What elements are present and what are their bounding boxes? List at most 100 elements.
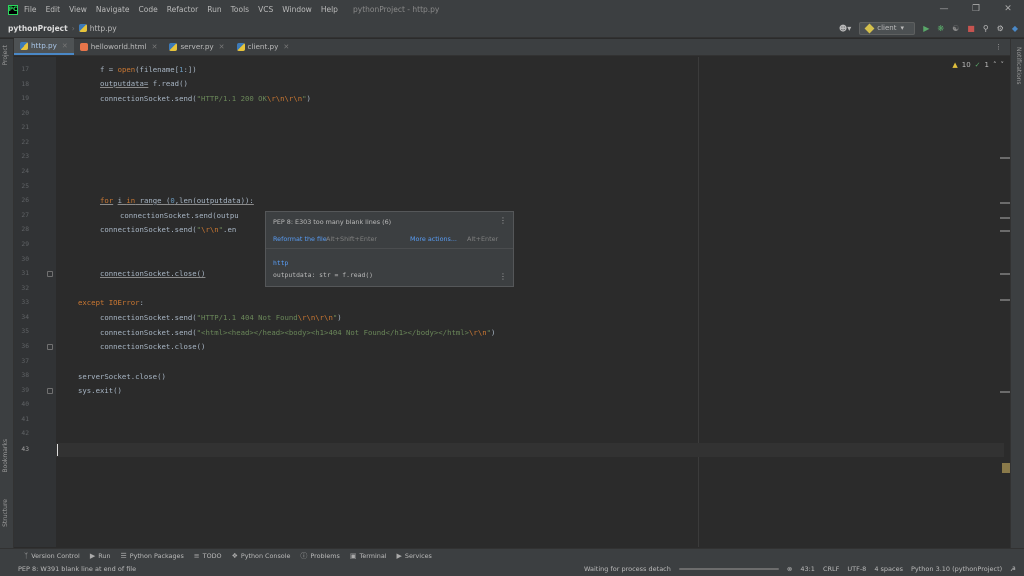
tab-helloworld-html[interactable]: helloworld.html ✕ <box>74 38 164 55</box>
structure-tool-label[interactable]: Structure <box>2 499 9 527</box>
code-line: connectionSocket.close() <box>100 269 206 278</box>
python-interpreter[interactable]: Python 3.10 (pythonProject) <box>911 565 1002 573</box>
minimize-icon[interactable]: — <box>928 0 960 19</box>
process-status: Waiting for process detach <box>584 565 671 573</box>
close-tab-icon[interactable]: ✕ <box>152 43 158 51</box>
menu-run[interactable]: Run <box>207 5 221 14</box>
user-icon[interactable]: ☻▾ <box>839 24 851 33</box>
fold-icon[interactable] <box>47 344 53 350</box>
menu-help[interactable]: Help <box>321 5 338 14</box>
navigation-bar: pythonProject › http.py ☻▾ client ▾ ▶ ❋ … <box>0 19 1024 38</box>
ok-count: 1 <box>984 61 989 69</box>
tool-python-console[interactable]: ❖ Python Console <box>232 552 291 560</box>
status-right: Waiting for process detach ⊗ 43:1 CRLF U… <box>584 565 1016 573</box>
editor-tabs: http.py ✕ helloworld.html ✕ server.py ✕ … <box>14 38 1010 56</box>
line-number: 34 <box>21 314 29 321</box>
close-tab-icon[interactable]: ✕ <box>62 42 68 50</box>
more-actions-link[interactable]: More actions... <box>410 235 457 243</box>
breadcrumb-project[interactable]: pythonProject <box>8 24 68 33</box>
code-editor[interactable]: f = open(filename[1:]) outputdata= f.rea… <box>56 57 1010 547</box>
scroll-marker[interactable] <box>1000 157 1010 159</box>
cancel-process-icon[interactable]: ⊗ <box>787 565 792 573</box>
code-line: except IOError: <box>78 298 144 307</box>
line-separator[interactable]: CRLF <box>823 565 839 573</box>
run-config-select[interactable]: client ▾ <box>859 21 916 35</box>
notifications-tool-label[interactable]: Notifications <box>1015 47 1022 85</box>
chevron-down-icon[interactable]: ˅ <box>1001 61 1005 69</box>
tool-services[interactable]: ▶ Services <box>397 552 432 560</box>
more-tabs-icon[interactable]: ⋮ <box>995 42 1002 51</box>
menu-tools[interactable]: Tools <box>231 5 249 14</box>
project-tool-label[interactable]: Project <box>2 45 9 66</box>
tab-client-py[interactable]: client.py ✕ <box>231 38 296 55</box>
right-margin-guide <box>698 57 699 547</box>
breadcrumb-file[interactable]: http.py <box>90 24 117 33</box>
reformat-shortcut: Alt+Shift+Enter <box>326 235 378 243</box>
line-number: 38 <box>21 372 29 379</box>
tool-todo[interactable]: ≡ TODO <box>194 552 222 560</box>
scroll-marker[interactable] <box>1000 202 1010 204</box>
terminal-icon: ▣ <box>349 551 357 560</box>
code-line: connectionSocket.send("\r\n".en <box>100 225 237 234</box>
scroll-marker[interactable] <box>1000 391 1010 393</box>
scroll-marker[interactable] <box>1000 217 1010 219</box>
scroll-marker-current[interactable] <box>1002 463 1010 473</box>
menu-refactor[interactable]: Refactor <box>167 5 198 14</box>
tool-terminal[interactable]: ▣ Terminal <box>350 552 387 560</box>
close-tab-icon[interactable]: ✕ <box>283 43 289 51</box>
line-number: 40 <box>21 401 29 408</box>
caret-position[interactable]: 43:1 <box>800 565 815 573</box>
line-number: 43 <box>21 446 29 453</box>
line-number: 18 <box>21 81 29 88</box>
more-options-icon[interactable]: ⋮ <box>499 216 507 225</box>
menu-view[interactable]: View <box>69 5 87 14</box>
tab-label: server.py <box>180 42 214 51</box>
lock-icon[interactable]: ☭ <box>1010 565 1016 573</box>
tool-run[interactable]: ▶ Run <box>90 552 111 560</box>
tab-label: client.py <box>247 42 279 51</box>
scroll-marker[interactable] <box>1000 230 1010 232</box>
tool-label: Version Control <box>31 551 80 560</box>
debug-icon[interactable]: ❋ <box>937 24 944 33</box>
scroll-marker[interactable] <box>1000 299 1010 301</box>
restore-icon[interactable]: ❐ <box>960 0 992 19</box>
menu-navigate[interactable]: Navigate <box>96 5 130 14</box>
python-file-icon <box>78 24 87 32</box>
tool-python-packages[interactable]: ☰ Python Packages <box>121 552 184 560</box>
line-number: 39 <box>21 387 29 394</box>
menu-vcs[interactable]: VCS <box>258 5 273 14</box>
menu-code[interactable]: Code <box>139 5 158 14</box>
menu-window[interactable]: Window <box>282 5 312 14</box>
status-message[interactable]: PEP 8: W391 blank line at end of file <box>18 565 136 573</box>
tab-http-py[interactable]: http.py ✕ <box>14 38 74 55</box>
more-options-icon[interactable]: ⋮ <box>499 272 507 281</box>
tool-problems[interactable]: ⓘ Problems <box>300 551 339 561</box>
html-file-icon <box>79 42 88 51</box>
fold-icon[interactable] <box>47 271 53 277</box>
chevron-up-icon[interactable]: ˄ <box>993 61 997 69</box>
coverage-icon[interactable]: ☯ <box>952 24 959 33</box>
inspection-widget[interactable]: ▲ 10 ✓ 1 ˄ ˅ <box>952 61 1004 69</box>
line-number: 41 <box>21 416 29 423</box>
current-line-highlight <box>56 443 1004 457</box>
jetbrains-icon[interactable]: ◆ <box>1012 24 1018 33</box>
line-number: 19 <box>21 95 29 102</box>
menu-file[interactable]: File <box>24 5 37 14</box>
bookmarks-tool-label[interactable]: Bookmarks <box>2 439 9 473</box>
reformat-file-link[interactable]: Reformat the file <box>273 235 327 243</box>
close-icon[interactable]: ✕ <box>992 0 1024 19</box>
tool-version-control[interactable]: ᛉ Version Control <box>24 552 80 560</box>
stop-icon[interactable]: ■ <box>967 24 975 33</box>
gear-icon[interactable]: ⚙ <box>997 24 1004 33</box>
search-icon[interactable]: ⚲ <box>983 24 989 33</box>
tab-server-py[interactable]: server.py ✕ <box>163 38 230 55</box>
run-icon[interactable]: ▶ <box>923 24 929 33</box>
line-number: 37 <box>21 358 29 365</box>
scroll-marker[interactable] <box>1000 273 1010 275</box>
menu-edit[interactable]: Edit <box>46 5 61 14</box>
fold-icon[interactable] <box>47 388 53 394</box>
services-icon: ▶ <box>396 551 402 560</box>
file-encoding[interactable]: UTF-8 <box>847 565 866 573</box>
close-tab-icon[interactable]: ✕ <box>219 43 225 51</box>
indent-setting[interactable]: 4 spaces <box>874 565 903 573</box>
